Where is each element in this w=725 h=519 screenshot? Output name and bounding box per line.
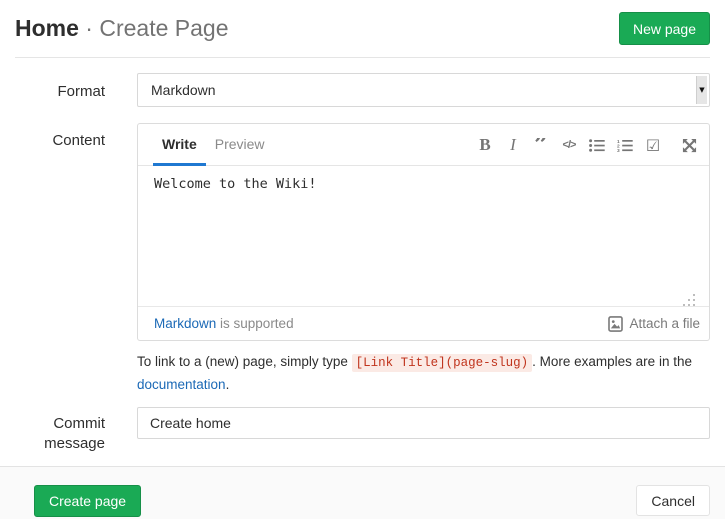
- attach-file-button[interactable]: Attach a file: [608, 316, 700, 332]
- content-textarea[interactable]: Welcome to the Wiki!: [138, 166, 709, 307]
- tab-write-label: Write: [162, 136, 197, 152]
- fullscreen-icon[interactable]: [681, 136, 697, 154]
- editor-footer: Markdown is supported Attach a file: [138, 307, 709, 340]
- quote-icon[interactable]: ”: [533, 138, 549, 152]
- bold-icon[interactable]: B: [477, 136, 493, 154]
- markdown-link[interactable]: Markdown: [154, 316, 216, 331]
- task-list-icon[interactable]: ☑: [645, 136, 661, 154]
- commit-message-label: Commit message: [0, 414, 105, 454]
- numbered-list-icon[interactable]: 1 2 3: [617, 136, 633, 154]
- documentation-link[interactable]: documentation: [137, 377, 226, 392]
- hint-after-code: . More examples are in the: [532, 354, 692, 369]
- cancel-button[interactable]: Cancel: [636, 485, 710, 516]
- page-title-action: Create Page: [99, 15, 228, 41]
- header-divider: [15, 57, 710, 58]
- format-select-value: Markdown: [151, 82, 216, 98]
- editor-toolbar: B I ” </> 1 2 3: [477, 124, 697, 166]
- link-hint-text: To link to a (new) page, simply type [Li…: [137, 351, 715, 395]
- supported-text: is supported: [216, 316, 293, 331]
- attach-file-label: Attach a file: [629, 316, 700, 331]
- italic-icon[interactable]: I: [505, 136, 521, 154]
- code-icon[interactable]: </>: [561, 136, 577, 154]
- content-editor: Write Preview B I ” </> 1: [137, 123, 710, 341]
- select-arrow-strip[interactable]: ▼: [696, 76, 707, 104]
- attach-image-icon: [608, 316, 623, 332]
- tab-preview[interactable]: Preview: [206, 124, 274, 166]
- commit-message-input[interactable]: [137, 407, 710, 439]
- create-page-button[interactable]: Create page: [34, 485, 141, 517]
- new-page-button[interactable]: New page: [619, 12, 710, 45]
- editor-tab-bar: Write Preview B I ” </> 1: [138, 124, 709, 166]
- hint-code-example: [Link Title](page-slug): [352, 354, 533, 372]
- chevron-down-icon: ▼: [699, 86, 704, 94]
- page-title-home: Home: [15, 15, 79, 41]
- tab-preview-label: Preview: [215, 136, 265, 152]
- bullet-list-icon[interactable]: [589, 136, 605, 154]
- hint-before-code: To link to a (new) page, simply type: [137, 354, 352, 369]
- content-label: Content: [0, 131, 105, 151]
- format-label: Format: [0, 82, 105, 102]
- page-title: Home · Create Page: [15, 13, 229, 43]
- title-separator: ·: [85, 15, 93, 41]
- wiki-create-page: Home · Create Page New page Format Markd…: [0, 0, 725, 519]
- form-actions-bar: Create page Cancel: [0, 466, 725, 519]
- markdown-supported-text: Markdown is supported: [154, 316, 294, 331]
- svg-text:3: 3: [617, 148, 620, 152]
- hint-after-link: .: [226, 377, 230, 392]
- format-select[interactable]: Markdown ▼: [137, 73, 710, 107]
- tab-write[interactable]: Write: [153, 124, 206, 166]
- resize-grip-icon[interactable]: [683, 294, 696, 306]
